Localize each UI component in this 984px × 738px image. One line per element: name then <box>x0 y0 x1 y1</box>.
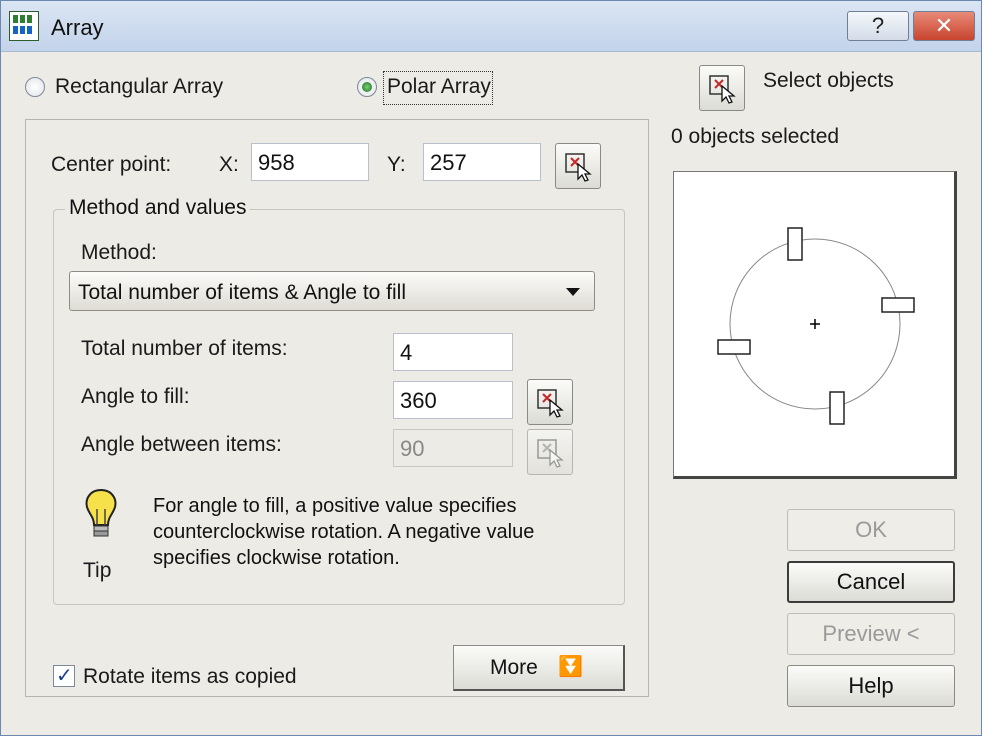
tip-label: Tip <box>83 559 112 582</box>
preview-button[interactable]: Preview < <box>787 613 955 655</box>
checkmark-icon: ✓ <box>56 665 73 687</box>
more-button-label: More <box>490 656 538 679</box>
array-dialog: Array ? ✕ Rectangular Array Polar Array … <box>0 0 982 736</box>
select-objects-icon <box>709 75 736 104</box>
total-items-input[interactable]: 4 <box>393 333 513 371</box>
method-dropdown[interactable]: Total number of items & Angle to fill <box>69 271 595 311</box>
x-label: X: <box>219 153 239 176</box>
pick-angle-between-button <box>527 429 573 475</box>
dropdown-arrow-icon <box>566 288 580 296</box>
title-bar: Array ? ✕ <box>1 1 981 52</box>
select-objects-button[interactable] <box>699 65 745 111</box>
double-chevron-down-icon: ⏬ <box>558 656 583 678</box>
center-y-input[interactable]: 257 <box>423 143 541 181</box>
lightbulb-icon <box>85 488 117 537</box>
method-values-caption: Method and values <box>65 196 251 220</box>
rectangular-array-radio[interactable] <box>25 77 45 97</box>
center-x-input[interactable]: 958 <box>251 143 369 181</box>
rotate-items-label[interactable]: Rotate items as copied <box>83 665 297 689</box>
polar-array-label[interactable]: Polar Array <box>387 75 491 99</box>
pick-angle-fill-button[interactable] <box>527 379 573 425</box>
method-label: Method: <box>81 241 157 264</box>
pick-center-point-button[interactable] <box>555 143 601 189</box>
polar-array-text: Polar Array <box>387 75 491 98</box>
angle-between-label: Angle between items: <box>81 433 282 456</box>
center-point-label: Center point: <box>51 153 172 176</box>
total-items-label: Total number of items: <box>81 337 288 360</box>
pick-point-icon <box>565 153 592 182</box>
ok-button[interactable]: OK <box>787 509 955 551</box>
selection-status: 0 objects selected <box>671 125 840 148</box>
help-button[interactable]: Help <box>787 665 955 707</box>
polar-array-preview <box>717 227 915 425</box>
angle-to-fill-label: Angle to fill: <box>81 385 190 408</box>
angle-to-fill-input[interactable]: 360 <box>393 381 513 419</box>
title-help-button[interactable]: ? <box>847 11 909 41</box>
rotate-items-checkbox[interactable]: ✓ <box>53 665 75 687</box>
angle-between-input: 90 <box>393 429 513 467</box>
pick-angle-between-icon <box>537 439 564 468</box>
pick-angle-icon <box>537 389 564 418</box>
close-button[interactable]: ✕ <box>913 11 975 41</box>
more-button[interactable]: More ⏬ <box>453 645 625 691</box>
cancel-button[interactable]: Cancel <box>787 561 955 603</box>
window-title: Array <box>51 15 104 40</box>
app-icon <box>9 11 39 41</box>
rectangular-array-text: Rectangular Array <box>55 75 224 98</box>
polar-array-radio[interactable] <box>357 77 377 97</box>
select-objects-label: Select objects <box>763 69 894 92</box>
tip-text: For angle to fill, a positive value spec… <box>153 495 535 569</box>
method-dropdown-value: Total number of items & Angle to fill <box>78 281 406 304</box>
y-label: Y: <box>387 153 406 176</box>
preview-pane <box>673 171 957 479</box>
rectangular-array-label[interactable]: Rectangular Array <box>55 75 223 99</box>
